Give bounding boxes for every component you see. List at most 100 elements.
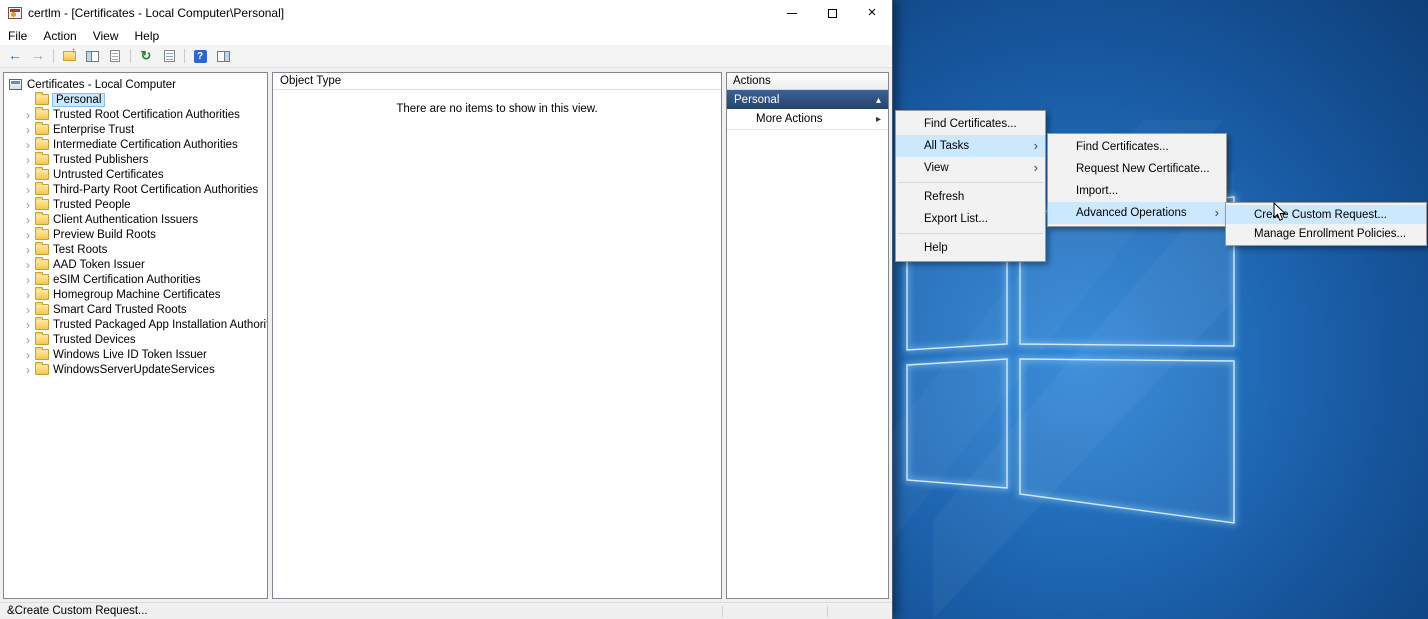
tree-item-label: AAD Token Issuer [53, 259, 145, 271]
minimize-button[interactable] [772, 0, 812, 26]
toolbar-separator [53, 49, 54, 63]
chevron-right-icon[interactable] [23, 320, 33, 330]
tree-item[interactable]: Homegroup Machine Certificates [4, 287, 267, 302]
column-header-label: Object Type [280, 75, 341, 87]
list-pane[interactable]: Object Type There are no items to show i… [272, 72, 722, 599]
close-button[interactable] [852, 0, 892, 26]
menu-item-advanced-operations[interactable]: Advanced Operations [1048, 202, 1226, 224]
chevron-right-icon[interactable] [23, 350, 33, 360]
menu-view[interactable]: View [85, 29, 127, 43]
console-tree-icon [86, 51, 99, 62]
refresh-icon [141, 47, 152, 65]
forward-button[interactable] [28, 47, 48, 66]
chevron-right-icon[interactable] [23, 290, 33, 300]
maximize-icon [828, 9, 837, 18]
tree-item[interactable]: Preview Build Roots [4, 227, 267, 242]
chevron-right-icon[interactable] [23, 140, 33, 150]
more-actions-context-menu: Find Certificates... All Tasks View Refr… [895, 110, 1046, 262]
tree-item-label: Homegroup Machine Certificates [53, 289, 220, 301]
menu-item-find-certificates[interactable]: Find Certificates... [1048, 136, 1226, 158]
mouse-cursor [1273, 202, 1287, 222]
show-hide-console-tree-button[interactable] [82, 47, 102, 66]
show-hide-action-pane-button[interactable] [213, 47, 233, 66]
tree-item[interactable]: Trusted Devices [4, 332, 267, 347]
menu-item-export-list[interactable]: Export List... [896, 208, 1045, 230]
menu-item-create-custom-request[interactable]: Create Custom Request... [1226, 205, 1426, 224]
column-header-object-type[interactable]: Object Type [273, 73, 721, 90]
console-tree-pane[interactable]: Certificates - Local Computer Personal T… [3, 72, 268, 599]
status-text: &Create Custom Request... [7, 605, 148, 617]
tree-item[interactable]: Enterprise Trust [4, 122, 267, 137]
maximize-button[interactable] [812, 0, 852, 26]
menu-item-import[interactable]: Import... [1048, 180, 1226, 202]
menu-item-refresh[interactable]: Refresh [896, 186, 1045, 208]
more-actions-item[interactable]: More Actions [727, 109, 888, 130]
chevron-right-icon[interactable] [23, 185, 33, 195]
menu-action[interactable]: Action [35, 29, 84, 43]
menu-item-find-certificates[interactable]: Find Certificates... [896, 113, 1045, 135]
tree-item[interactable]: Trusted People [4, 197, 267, 212]
chevron-right-icon[interactable] [23, 230, 33, 240]
chevron-right-icon[interactable] [23, 155, 33, 165]
actions-section-personal[interactable]: Personal [727, 90, 888, 109]
tree-item[interactable]: Smart Card Trusted Roots [4, 302, 267, 317]
all-tasks-submenu: Find Certificates... Request New Certifi… [1047, 133, 1227, 227]
chevron-right-icon[interactable] [23, 215, 33, 225]
back-icon [8, 47, 22, 65]
menu-item-all-tasks[interactable]: All Tasks [896, 135, 1045, 157]
chevron-right-icon[interactable] [23, 110, 33, 120]
tree-item-label: Trusted Packaged App Installation Author… [53, 319, 268, 331]
menu-item-manage-enrollment-policies[interactable]: Manage Enrollment Policies... [1226, 224, 1426, 243]
menu-item-help[interactable]: Help [896, 237, 1045, 259]
tree-item-label: Windows Live ID Token Issuer [53, 349, 207, 361]
refresh-button[interactable] [136, 47, 156, 66]
chevron-right-icon[interactable] [23, 305, 33, 315]
chevron-right-icon[interactable] [23, 170, 33, 180]
tree-root-label: Certificates - Local Computer [27, 79, 176, 91]
tree-item[interactable]: eSIM Certification Authorities [4, 272, 267, 287]
menu-item-request-new-certificate[interactable]: Request New Certificate... [1048, 158, 1226, 180]
tree-item[interactable]: Trusted Packaged App Installation Author… [4, 317, 267, 332]
collapse-chevron-icon[interactable] [876, 94, 881, 106]
chevron-right-icon[interactable] [23, 260, 33, 270]
tree-item[interactable]: Trusted Publishers [4, 152, 267, 167]
console-root-icon [9, 79, 22, 90]
chevron-right-icon[interactable] [23, 125, 33, 135]
tree-item[interactable]: Windows Live ID Token Issuer [4, 347, 267, 362]
tree-item[interactable]: Client Authentication Issuers [4, 212, 267, 227]
tree-item[interactable]: Intermediate Certification Authorities [4, 137, 267, 152]
chevron-right-icon[interactable] [23, 365, 33, 375]
chevron-right-icon[interactable] [23, 245, 33, 255]
submenu-arrow-icon [1034, 161, 1038, 175]
tree-item[interactable]: Trusted Root Certification Authorities [4, 107, 267, 122]
menu-item-view[interactable]: View [896, 157, 1045, 179]
folder-icon [35, 229, 49, 240]
toolbar-separator [130, 49, 131, 63]
desktop[interactable] [893, 0, 1428, 619]
menu-file[interactable]: File [0, 29, 35, 43]
tree-item-label: Enterprise Trust [53, 124, 134, 136]
up-one-level-button[interactable] [59, 47, 79, 66]
folder-icon [35, 319, 49, 330]
tree-item[interactable]: Test Roots [4, 242, 267, 257]
export-list-button[interactable] [159, 47, 179, 66]
tree-item[interactable]: WindowsServerUpdateServices [4, 362, 267, 377]
help-button[interactable] [190, 47, 210, 66]
actions-pane: Actions Personal More Actions [726, 72, 889, 599]
menu-help[interactable]: Help [127, 29, 168, 43]
tree-item-label: Trusted Publishers [53, 154, 148, 166]
tree-item-label: Client Authentication Issuers [53, 214, 198, 226]
chevron-right-icon[interactable] [23, 200, 33, 210]
chevron-right-icon[interactable] [23, 335, 33, 345]
tree-root-certificates[interactable]: Certificates - Local Computer [4, 77, 267, 92]
folder-icon [35, 304, 49, 315]
properties-button[interactable] [105, 47, 125, 66]
tree-item[interactable]: Third-Party Root Certification Authoriti… [4, 182, 267, 197]
title-bar[interactable]: certlm - [Certificates - Local Computer\… [0, 0, 892, 26]
chevron-right-icon[interactable] [23, 275, 33, 285]
tree-item-personal[interactable]: Personal [4, 92, 267, 107]
tree-item[interactable]: Untrusted Certificates [4, 167, 267, 182]
back-button[interactable] [5, 47, 25, 66]
tree-item[interactable]: AAD Token Issuer [4, 257, 267, 272]
console-main-area: Certificates - Local Computer Personal T… [0, 68, 892, 602]
